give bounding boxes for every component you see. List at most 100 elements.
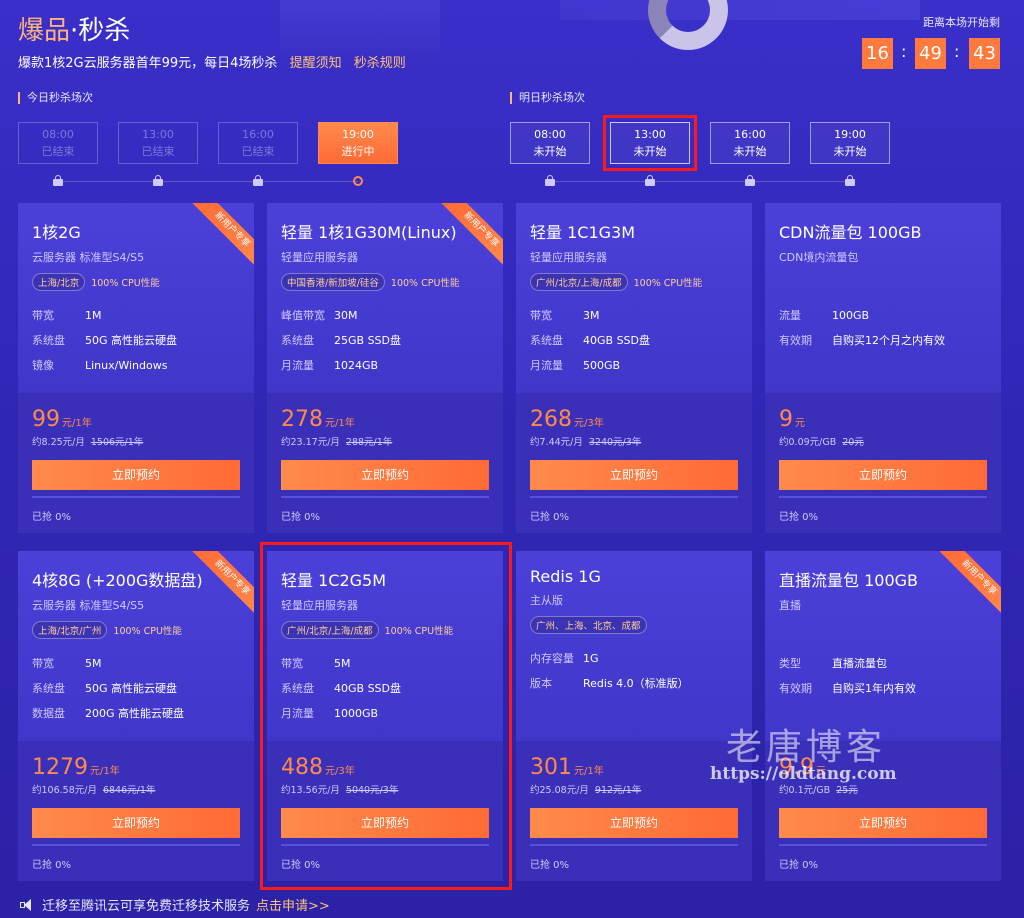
price-value: 9 (779, 407, 793, 432)
spec-value: 30M (334, 309, 358, 322)
lock-icon (845, 175, 855, 186)
sold-progress-bar (779, 496, 987, 498)
region-tag: 上海/北京/广州 (32, 621, 108, 639)
slot-status: 未开始 (533, 145, 567, 158)
spec-key: 流量 (779, 309, 801, 322)
reminder-link[interactable]: 提醒须知 (290, 56, 342, 71)
tomorrow-slot-1300[interactable]: 13:00 未开始 (603, 115, 697, 171)
slot-status: 未开始 (733, 145, 767, 158)
countdown-hours: 16 (862, 38, 893, 69)
original-price: 1506元/1年 (90, 437, 144, 448)
product-type: 云服务器 标准型S4/S5 (32, 251, 145, 264)
reserve-button[interactable]: 立即预约 (530, 808, 738, 838)
sold-progress-bar (530, 496, 738, 498)
today-slot-1300[interactable]: 13:00 已结束 (118, 122, 198, 164)
product-card: 4核8G (+200G数据盘) 云服务器 标准型S4/S5 上海/北京/广州 10… (18, 551, 254, 881)
reserve-button[interactable]: 立即预约 (281, 460, 489, 490)
spec-key: 带宽 (530, 309, 552, 322)
slot-time: 08:00 (534, 128, 566, 141)
product-tags: 上海/北京/广州 100% CPU性能 (32, 621, 240, 639)
spec-row: 有效期 自购买12个月之内有效 (779, 328, 987, 353)
slot-time: 16:00 (734, 128, 766, 141)
slot-status: 已结束 (141, 145, 175, 158)
reserve-button[interactable]: 立即预约 (32, 808, 240, 838)
original-price: 912元/1年 (594, 785, 642, 796)
price-detail: 约7.44元/月 3240元/3年 (530, 434, 738, 448)
slot-status: 未开始 (833, 145, 867, 158)
price-value: 301 (530, 755, 572, 780)
reserve-button[interactable]: 立即预约 (779, 460, 987, 490)
product-specs: 内存容量 1G 版本 Redis 4.0（标准版） (530, 646, 738, 696)
slot-status: 已结束 (241, 145, 275, 158)
per-unit-price: 约23.17元/月 (281, 437, 340, 448)
footer-apply-link[interactable]: 点击申请>> (256, 895, 330, 914)
today-slot-1600[interactable]: 16:00 已结束 (218, 122, 298, 164)
price-unit: 元/1年 (62, 418, 92, 429)
countdown-separator: : (901, 42, 907, 61)
product-name: Redis 1G (530, 567, 601, 586)
spec-key: 系统盘 (32, 682, 65, 695)
spec-key: 带宽 (32, 657, 54, 670)
spec-key: 月流量 (281, 359, 314, 372)
spec-key: 版本 (530, 677, 552, 690)
price-value: 268 (530, 407, 572, 432)
rules-link[interactable]: 秒杀规则 (354, 56, 406, 71)
spec-value: 100GB (832, 309, 870, 322)
title-kill: 秒杀 (78, 16, 131, 46)
sold-progress-bar (530, 844, 738, 846)
slot-time: 19:00 (834, 128, 866, 141)
per-unit-price: 约25.08元/月 (530, 785, 589, 796)
region-tag: 广州、上海、北京、成都 (530, 616, 647, 634)
reserve-button[interactable]: 立即预约 (779, 808, 987, 838)
product-type: CDN境内流量包 (779, 251, 859, 264)
price-detail: 约23.17元/月 288元/1年 (281, 434, 489, 448)
sold-percentage: 已抢 0% (779, 860, 819, 871)
lock-icon (745, 175, 755, 186)
product-specs: 流量 100GB 有效期 自购买12个月之内有效 (779, 303, 987, 353)
product-tags: 中国香港/新加坡/硅谷 100% CPU性能 (281, 273, 489, 291)
product-specs: 带宽 5M 系统盘 50G 高性能云硬盘 数据盘 200G 高性能云硬盘 (32, 651, 240, 726)
spec-key: 数据盘 (32, 707, 65, 720)
tomorrow-slot-1600[interactable]: 16:00 未开始 (710, 122, 790, 164)
highlight-box (260, 542, 512, 890)
product-tags: 广州、上海、北京、成都 (530, 616, 738, 634)
product-name: 直播流量包 100GB (779, 571, 919, 590)
sold-percentage: 已抢 0% (530, 860, 570, 871)
today-timeline (58, 181, 358, 182)
sold-progress-bar (281, 496, 489, 498)
spec-row: 峰值带宽 30M (281, 303, 489, 328)
spec-value: 40GB SSD盘 (583, 334, 650, 347)
spec-row: 镜像 Linux/Windows (32, 353, 240, 378)
price: 278 元/1年 (281, 407, 489, 432)
header-decoration-bar (560, 0, 920, 20)
reserve-button[interactable]: 立即预约 (530, 460, 738, 490)
tomorrow-slot-1900[interactable]: 19:00 未开始 (810, 122, 890, 164)
price-unit: 元/1年 (574, 766, 604, 777)
spec-key: 系统盘 (32, 334, 65, 347)
spec-row: 带宽 1M (32, 303, 240, 328)
slot-status: 进行中 (341, 145, 375, 158)
lock-icon (645, 175, 655, 186)
footer: 迁移至腾讯云可享免费迁移技术服务 点击申请>> (20, 895, 330, 914)
sold-percentage: 已抢 0% (779, 512, 819, 523)
spec-value: 直播流量包 (832, 657, 887, 670)
spec-key: 系统盘 (281, 334, 314, 347)
price: 99 元/1年 (32, 407, 240, 432)
today-slot-0800[interactable]: 08:00 已结束 (18, 122, 98, 164)
tomorrow-slot-0800[interactable]: 08:00 未开始 (510, 122, 590, 164)
spec-key: 类型 (779, 657, 801, 670)
spec-value: Linux/Windows (85, 359, 168, 372)
speaker-icon (20, 898, 36, 912)
countdown-seconds: 43 (969, 38, 1000, 69)
spec-value: 自购买12个月之内有效 (832, 334, 945, 347)
product-tags (779, 621, 987, 639)
per-unit-price: 约8.25元/月 (32, 437, 85, 448)
spec-row: 版本 Redis 4.0（标准版） (530, 671, 738, 696)
today-slot-1900[interactable]: 19:00 进行中 (318, 122, 398, 164)
today-sessions-label: 今日秒杀场次 (18, 92, 93, 104)
reserve-button[interactable]: 立即预约 (32, 460, 240, 490)
countdown-minutes: 49 (915, 38, 946, 69)
spec-row: 带宽 5M (32, 651, 240, 676)
price-unit: 元/3年 (574, 418, 604, 429)
product-specs: 峰值带宽 30M 系统盘 25GB SSD盘 月流量 1024GB (281, 303, 489, 378)
